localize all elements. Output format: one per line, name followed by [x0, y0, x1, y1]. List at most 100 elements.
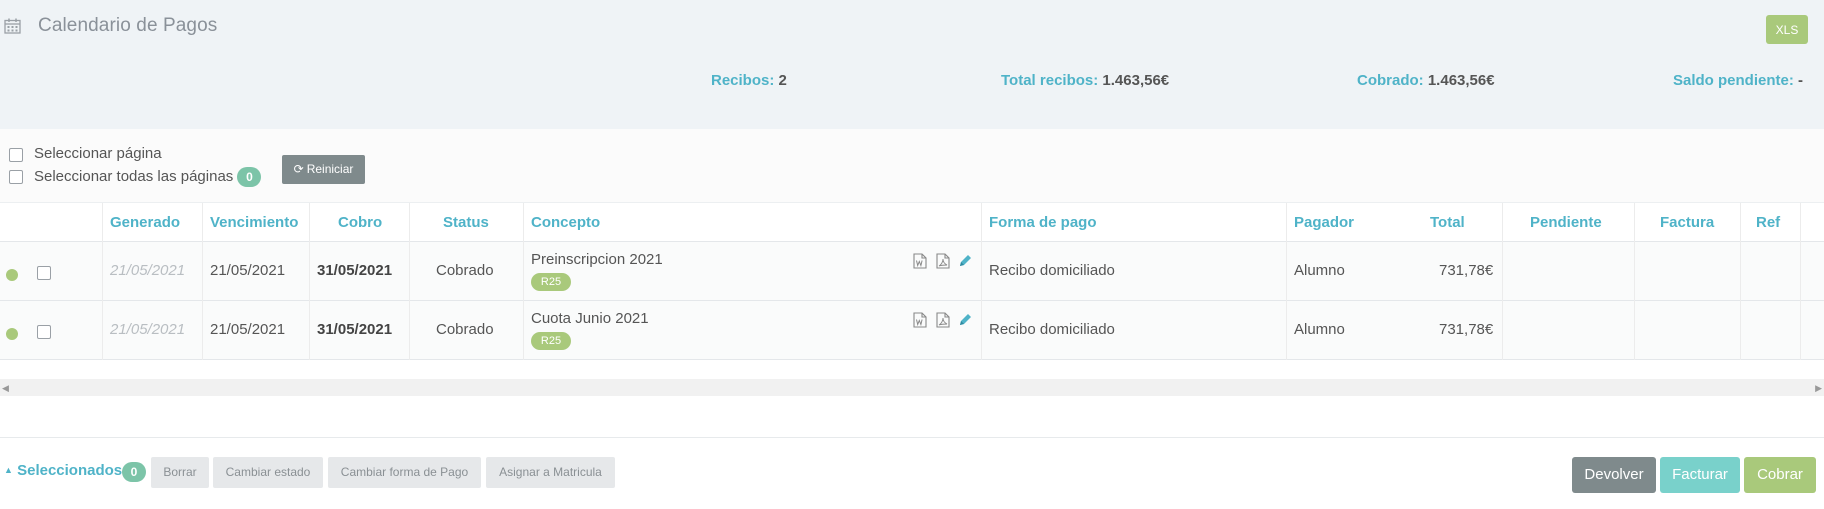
horizontal-scrollbar[interactable]: ◀ ▶	[0, 379, 1824, 396]
selected-label: Seleccionados	[17, 462, 123, 479]
cell-cobro: 31/05/2021	[317, 262, 393, 279]
column-divider	[1502, 242, 1503, 301]
pdf-file-icon[interactable]	[936, 312, 950, 328]
stat-value: -	[1798, 72, 1804, 89]
column-divider	[523, 301, 524, 360]
column-divider	[102, 242, 103, 301]
cell-pagador: Alumno	[1294, 262, 1345, 279]
cell-forma-de-pago: Recibo domiciliado	[989, 262, 1115, 279]
column-header-pagador[interactable]: Pagador	[1294, 214, 1354, 231]
footer-divider	[0, 437, 1824, 438]
column-divider	[1634, 242, 1635, 301]
word-file-icon[interactable]	[913, 253, 927, 269]
selected-toggle[interactable]: ▲ Seleccionados	[4, 462, 122, 479]
select-page-label: Seleccionar página	[34, 145, 162, 162]
scroll-right-arrow-icon[interactable]: ▶	[1815, 383, 1822, 394]
cell-vencimiento: 21/05/2021	[210, 262, 286, 279]
column-divider	[409, 242, 410, 301]
column-divider	[409, 301, 410, 360]
column-divider	[1800, 242, 1801, 301]
column-header-status[interactable]: Status	[443, 214, 489, 231]
column-divider	[309, 301, 310, 360]
row-checkbox[interactable]	[37, 266, 51, 280]
calendar-icon	[4, 18, 21, 34]
stat-label: Total recibos:	[1001, 72, 1099, 89]
column-header-vencimiento[interactable]: Vencimiento	[210, 214, 298, 231]
column-divider	[309, 242, 310, 301]
stat-value: 2	[778, 72, 787, 89]
concepto-tag: R25	[531, 332, 571, 350]
cell-cobro: 31/05/2021	[317, 321, 393, 338]
cell-pagador: Alumno	[1294, 321, 1345, 338]
scroll-left-arrow-icon[interactable]: ◀	[2, 383, 9, 394]
column-divider	[1800, 301, 1801, 360]
stat-value: 1.463,56€	[1102, 72, 1170, 89]
export-xls-button[interactable]: XLS	[1766, 15, 1808, 44]
stat-total-recibos: Total recibos: 1.463,56€	[1001, 72, 1169, 89]
reset-button[interactable]: ⟳ Reiniciar	[282, 155, 365, 184]
column-divider	[1502, 301, 1503, 360]
column-header-forma-de-pago[interactable]: Forma de pago	[989, 214, 1097, 231]
pencil-icon[interactable]	[958, 311, 972, 327]
cell-status: Cobrado	[436, 262, 494, 279]
stat-label: Recibos:	[711, 72, 775, 89]
pdf-file-icon[interactable]	[936, 253, 950, 269]
column-header-pendiente[interactable]: Pendiente	[1530, 214, 1602, 231]
column-divider	[1740, 242, 1741, 301]
status-dot	[6, 269, 18, 281]
column-divider	[1286, 242, 1287, 301]
stat-saldo-pendiente: Saldo pendiente: -	[1673, 72, 1803, 89]
payments-table: Generado Vencimiento Cobro Status Concep…	[0, 203, 1824, 360]
column-divider	[102, 301, 103, 360]
cell-total: 731,78€	[1439, 321, 1494, 338]
stat-value: 1.463,56€	[1427, 72, 1495, 89]
column-divider	[202, 301, 203, 360]
cell-status: Cobrado	[436, 321, 494, 338]
select-page-checkbox[interactable]	[9, 148, 23, 162]
column-divider	[981, 242, 982, 301]
page-title: Calendario de Pagos	[38, 15, 218, 36]
collect-button[interactable]: Cobrar	[1744, 457, 1816, 493]
change-payment-method-button[interactable]: Cambiar forma de Pago	[328, 457, 481, 488]
selected-count-badge: 0	[237, 167, 262, 187]
cell-concepto: Preinscripcion 2021	[531, 251, 663, 268]
column-header-concepto[interactable]: Concepto	[531, 214, 600, 231]
caret-up-icon: ▲	[4, 465, 13, 475]
pencil-icon[interactable]	[958, 252, 972, 268]
column-header-ref[interactable]: Ref	[1756, 214, 1780, 231]
cell-total: 731,78€	[1439, 262, 1494, 279]
cell-generado: 21/05/2021	[110, 321, 186, 338]
cell-generado: 21/05/2021	[110, 262, 186, 279]
concepto-tag: R25	[531, 273, 571, 291]
cell-forma-de-pago: Recibo domiciliado	[989, 321, 1115, 338]
delete-button[interactable]: Borrar	[151, 457, 209, 488]
assign-enrollment-button[interactable]: Asignar a Matricula	[486, 457, 615, 488]
column-divider	[1286, 301, 1287, 360]
refresh-icon: ⟳	[293, 162, 304, 176]
row-checkbox[interactable]	[37, 325, 51, 339]
status-dot	[6, 328, 18, 340]
column-divider	[981, 301, 982, 360]
page-header: Calendario de Pagos XLS Recibos: 2 Total…	[0, 0, 1824, 129]
return-button[interactable]: Devolver	[1572, 457, 1656, 493]
column-header-factura[interactable]: Factura	[1660, 214, 1714, 231]
word-file-icon[interactable]	[913, 312, 927, 328]
select-all-pages-checkbox[interactable]	[9, 170, 23, 184]
column-header-total[interactable]: Total	[1430, 214, 1465, 231]
selection-controls: Seleccionar página Seleccionar todas las…	[0, 129, 1824, 203]
stat-recibos: Recibos: 2	[711, 72, 787, 89]
reset-button-label: Reiniciar	[306, 162, 354, 176]
column-divider	[1740, 301, 1741, 360]
stat-label: Saldo pendiente:	[1673, 72, 1794, 89]
invoice-button[interactable]: Facturar	[1660, 457, 1740, 493]
column-divider	[523, 242, 524, 301]
column-header-cobro[interactable]: Cobro	[338, 214, 382, 231]
column-header-generado[interactable]: Generado	[110, 214, 180, 231]
table-row[interactable]: 21/05/2021 21/05/2021 31/05/2021 Cobrado…	[0, 301, 1824, 360]
change-status-button[interactable]: Cambiar estado	[213, 457, 323, 488]
table-row[interactable]: 21/05/2021 21/05/2021 31/05/2021 Cobrado…	[0, 242, 1824, 301]
stat-cobrado: Cobrado: 1.463,56€	[1357, 72, 1495, 89]
column-divider	[1634, 301, 1635, 360]
cell-vencimiento: 21/05/2021	[210, 321, 286, 338]
cell-concepto: Cuota Junio 2021	[531, 310, 649, 327]
